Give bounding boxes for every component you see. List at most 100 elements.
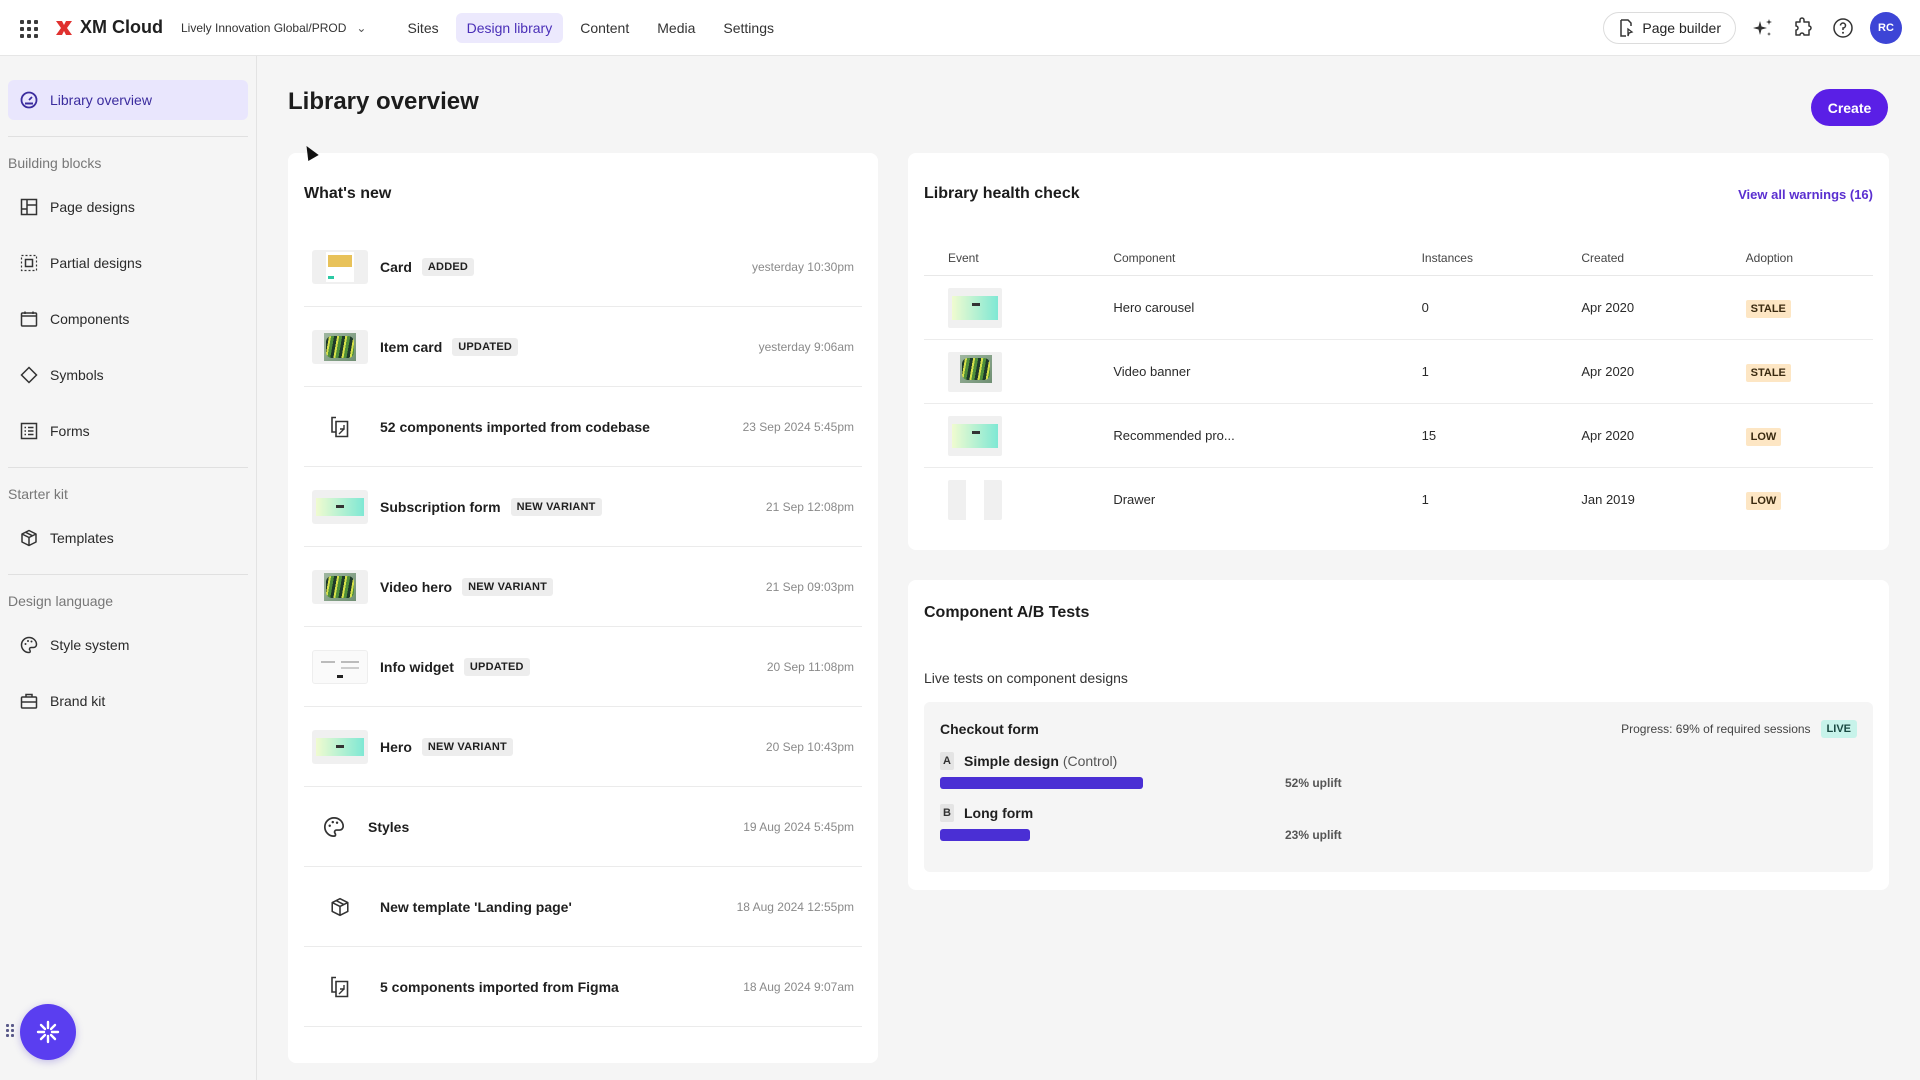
adoption-badge: STALE [1745,300,1791,318]
status-badge: UPDATED [452,337,519,356]
created-cell: Apr 2020 [1557,275,1722,340]
sidebar-item-label: Templates [50,530,114,546]
nav-media[interactable]: Media [646,13,706,43]
list-item[interactable]: 52 components imported from codebase 23 S… [304,387,862,467]
coil-thumbnail [948,351,1002,392]
sidebar-item-components[interactable]: Components [8,299,248,339]
item-label: Item card [380,338,443,355]
palette-icon [20,636,38,654]
list-item[interactable]: 5 components imported from Figma 18 Aug 2… [304,947,862,1027]
timestamp: 23 Sep 2024 5:45pm [742,419,854,434]
sidebar-section-starter-kit: Starter kit [8,486,68,502]
instances-cell: 1 [1397,339,1558,404]
coil-thumbnail [312,569,368,604]
gradient-thumbnail [312,729,368,764]
logo[interactable]: XM Cloud [54,17,163,38]
palette-icon [312,816,356,838]
timestamp: 20 Sep 10:43pm [765,739,854,754]
sidebar-item-forms[interactable]: Forms [8,411,248,451]
user-avatar[interactable]: RC [1870,11,1902,44]
variant-name: Simple design (Control) [964,753,1118,769]
health-check-title: Library health check [924,185,1080,202]
list-item[interactable]: Subscription form NEW VARIANT 21 Sep 12:08… [304,467,862,547]
table-row[interactable]: Video banner 1 Apr 2020 STALE [924,339,1873,404]
briefcase-icon [20,693,38,709]
sidebar-item-library-overview[interactable]: Library overview [8,80,248,120]
column-header-instances[interactable]: Instances [1397,251,1558,276]
page-builder-button[interactable]: Page builder [1603,11,1736,44]
table-row[interactable]: Hero carousel 0 Apr 2020 STALE [924,275,1873,340]
sidebar-item-symbols[interactable]: Symbols [8,355,248,395]
health-check-card: Library health check View all warnings (… [908,153,1889,550]
table-header-row: Event Component Instances Created Adopti… [924,251,1873,276]
diamond-icon [20,366,38,384]
box-icon [21,529,37,547]
nav-settings[interactable]: Settings [712,13,785,43]
list-item[interactable]: Video hero NEW VARIANT 21 Sep 09:03pm [304,547,862,627]
whats-new-title: What's new [304,185,392,202]
adoption-cell: LOW [1722,468,1873,532]
health-table: Event Component Instances Created Adopti… [924,251,1873,532]
event-cell [924,339,1090,404]
list-item[interactable]: Hero NEW VARIANT 20 Sep 10:43pm [304,707,862,787]
app-name: XM Cloud [80,17,163,37]
page-title: Library overview [288,88,479,115]
page-builder-icon [1620,18,1634,37]
list-item[interactable]: New template 'Landing page' 18 Aug 2024 1… [304,867,862,947]
dashboard-gauge-icon [20,91,38,109]
component-cell: Hero carousel [1089,275,1398,340]
item-label: Video hero [380,578,453,595]
assistant-button[interactable] [20,1004,76,1060]
nav-design-library[interactable]: Design library [455,12,564,43]
item-label: Info widget [380,658,454,675]
gradient-thumbnail [948,287,1002,328]
created-cell: Apr 2020 [1557,339,1722,404]
adoption-cell: STALE [1721,275,1873,340]
list-item[interactable]: Styles 19 Aug 2024 5:45pm [304,787,862,867]
partial-design-icon [20,254,38,272]
column-header-component[interactable]: Component [1089,251,1398,276]
sidebar-item-label: Brand kit [50,693,106,709]
sidebar-divider [8,136,248,137]
box-icon [312,896,368,918]
list-item[interactable]: Card ADDED yesterday 10:30pm [304,227,862,307]
adoption-badge: STALE [1745,364,1791,382]
table-row[interactable]: Drawer 1 Jan 2019 LOW [924,468,1873,532]
nav-content[interactable]: Content [569,13,640,43]
column-header-adoption[interactable]: Adoption [1721,251,1873,276]
sidebar-item-page-designs[interactable]: Page designs [8,187,248,227]
sidebar-item-label: Forms [50,423,90,439]
view-all-warnings-link[interactable]: View all warnings (16) [1738,187,1873,202]
drag-handle-icon[interactable] [6,1024,14,1037]
timestamp: 19 Aug 2024 5:45pm [743,819,854,834]
gradient-thumbnail [312,489,368,524]
list-item[interactable]: Item card UPDATED yesterday 9:06am [304,307,862,387]
column-header-event[interactable]: Event [924,251,1090,276]
nav-sites[interactable]: Sites [396,13,449,43]
sidebar-item-label: Page designs [50,199,135,215]
extensions-icon[interactable] [1790,15,1816,41]
table-row[interactable]: Recommended pro... 15 Apr 2020 LOW [924,403,1873,468]
help-icon[interactable] [1830,15,1856,41]
column-header-created[interactable]: Created [1557,251,1722,276]
list-item[interactable]: Info widget UPDATED 20 Sep 11:08pm [304,627,862,707]
variant-letter: A [940,752,954,770]
sidebar-item-style-system[interactable]: Style system [8,625,248,665]
whats-new-card: What's new Card ADDED yesterday 10:30pm Ite… [288,153,878,1063]
timestamp: 21 Sep 09:03pm [765,579,854,594]
sidebar-item-templates[interactable]: Templates [8,518,248,558]
timestamp: 18 Aug 2024 9:07am [743,979,854,994]
sidebar-item-brand-kit[interactable]: Brand kit [8,681,248,721]
ai-sparkle-icon[interactable] [1750,15,1776,41]
org-selector[interactable]: Lively Innovation Global/PROD ⌄ [181,21,366,35]
instances-cell: 15 [1397,403,1558,468]
create-button[interactable]: Create [1811,89,1888,126]
app-switcher-icon[interactable] [18,18,38,38]
variant-a: A Simple design (Control) 52% uplift [940,752,1857,790]
sidebar-item-partial-designs[interactable]: Partial designs [8,243,248,283]
ab-test-item[interactable]: Checkout form Progress: 69% of required … [924,702,1873,872]
uplift-bar-track [940,777,1280,789]
uplift-label: 52% uplift [1285,776,1342,790]
item-label: Subscription form [380,498,501,515]
xm-cloud-logo-icon [56,20,72,35]
